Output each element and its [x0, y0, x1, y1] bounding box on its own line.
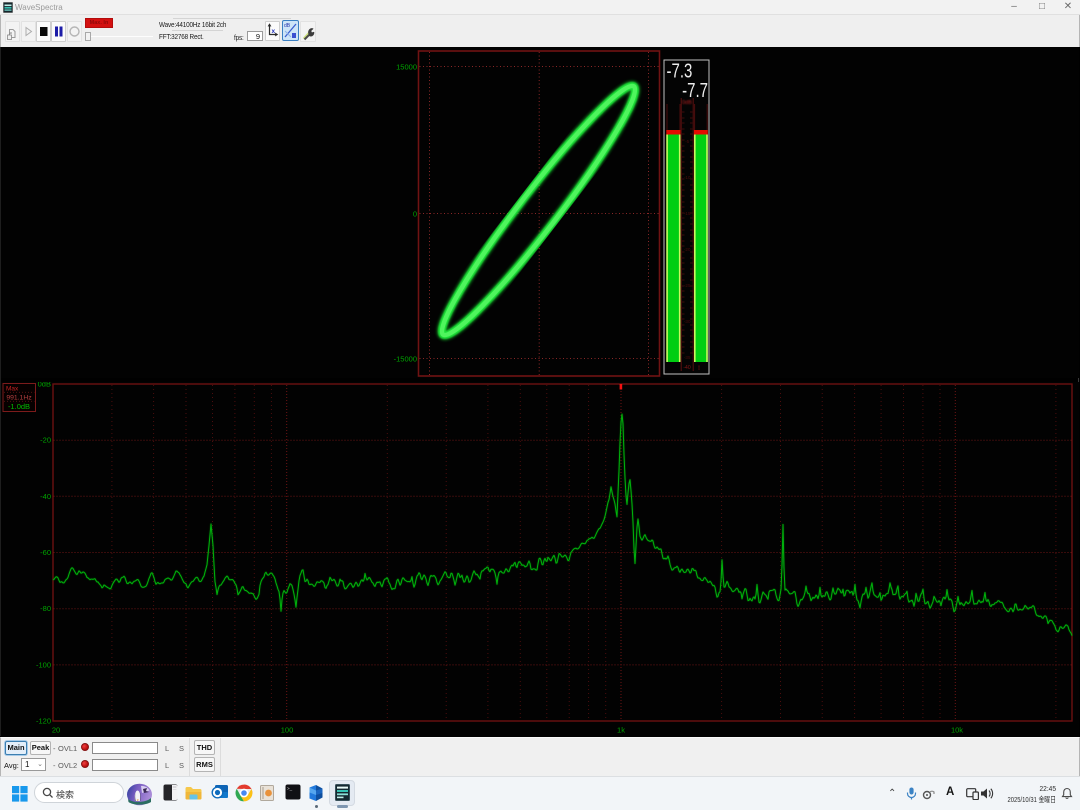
svg-text:-25: -25: [684, 283, 691, 288]
svg-text:-80: -80: [40, 604, 51, 613]
svg-text:100: 100: [281, 726, 294, 735]
svg-text:-40: -40: [40, 492, 51, 501]
svg-text:-40: -40: [683, 365, 690, 371]
svg-text:20: 20: [52, 726, 60, 735]
svg-text:1k: 1k: [617, 726, 625, 735]
svg-text:0dB: 0dB: [38, 382, 51, 389]
svg-text:-7.7: -7.7: [682, 79, 708, 102]
svg-text:991.1Hz: 991.1Hz: [6, 395, 32, 402]
svg-text:>_: >_: [287, 786, 293, 791]
svg-text:-60: -60: [40, 548, 51, 557]
svg-text:-20: -20: [684, 247, 691, 252]
svg-text:-35: -35: [684, 355, 691, 360]
svg-text:Max: Max: [6, 386, 19, 393]
svg-text:-120: -120: [36, 717, 51, 726]
svg-text:-100: -100: [36, 660, 51, 669]
svg-text:▯: ▯: [698, 365, 701, 371]
svg-text:-1.0dB: -1.0dB: [8, 402, 30, 411]
svg-text:0dB: 0dB: [682, 100, 692, 106]
svg-text:15000: 15000: [396, 63, 417, 72]
svg-text:-10: -10: [684, 175, 691, 180]
svg-text:-30: -30: [684, 319, 691, 324]
svg-text:-5: -5: [685, 139, 689, 144]
svg-text:-15000: -15000: [394, 355, 417, 364]
svg-text:dB: dB: [284, 23, 291, 29]
svg-text:x: x: [272, 28, 276, 35]
svg-text:0: 0: [413, 210, 417, 219]
svg-text:-15: -15: [684, 211, 691, 216]
svg-text:-20: -20: [40, 436, 51, 445]
svg-text:10k: 10k: [951, 726, 963, 735]
